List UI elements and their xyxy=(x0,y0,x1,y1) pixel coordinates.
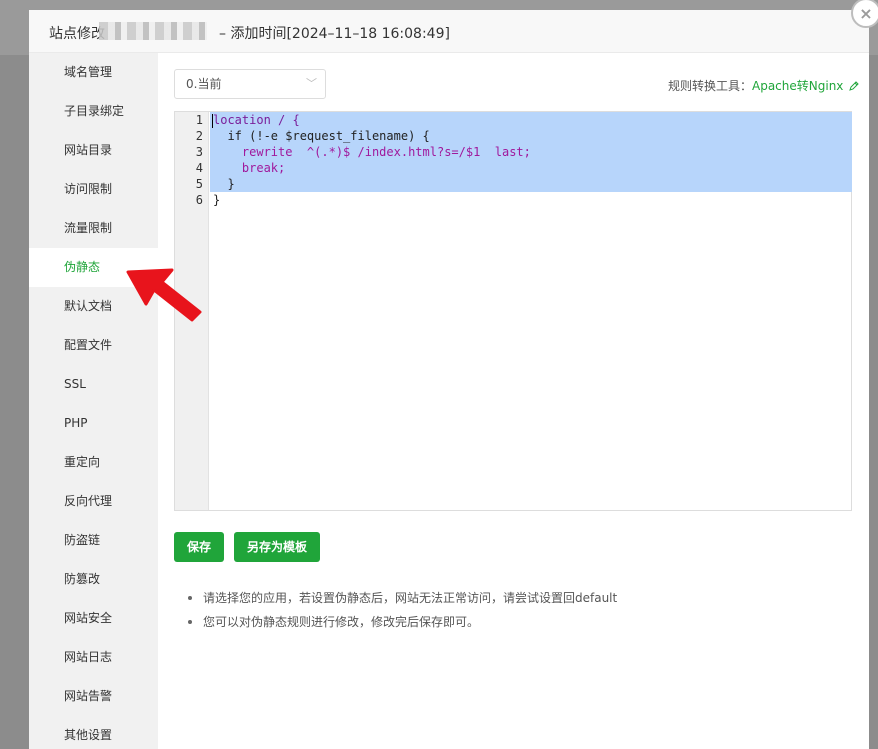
site-settings-modal: 站点修改 – 添加时间[2024–11–18 16:08:49] 域名管理 子目… xyxy=(29,10,869,749)
settings-sidebar: 域名管理 子目录绑定 网站目录 访问限制 流量限制 伪静态 默认文档 配置文件 … xyxy=(29,53,158,749)
save-button[interactable]: 保存 xyxy=(174,532,224,562)
code-line-text: break; xyxy=(213,161,286,175)
sidebar-item-domain[interactable]: 域名管理 xyxy=(29,53,158,92)
code-line-text: } xyxy=(213,193,221,207)
sidebar-item-ssl[interactable]: SSL xyxy=(29,365,158,404)
sidebar-item-subdir-binding[interactable]: 子目录绑定 xyxy=(29,92,158,131)
line-number: 1 xyxy=(195,113,203,127)
sidebar-item-hotlink-protection[interactable]: 防盗链 xyxy=(29,521,158,560)
sidebar-item-redirect[interactable]: 重定向 xyxy=(29,443,158,482)
apache-to-nginx-link-text: Apache转Nginx xyxy=(752,79,844,93)
rewrite-template-select[interactable]: 0.当前 ﹀ xyxy=(174,69,326,99)
sidebar-item-access-limit[interactable]: 访问限制 xyxy=(29,170,158,209)
modal-title-prefix: 站点修改 xyxy=(49,26,105,42)
sidebar-item-php[interactable]: PHP xyxy=(29,404,158,443)
line-number: 2 xyxy=(195,129,203,143)
chevron-down-icon: ﹀ xyxy=(306,77,317,90)
line-number: 4 xyxy=(195,161,203,175)
code-line-text: location / { xyxy=(213,113,300,127)
rewrite-panel: 0.当前 ﹀ 规则转换工具： Apache转Nginx 1 location /… xyxy=(158,53,869,749)
sidebar-item-site-directory[interactable]: 网站目录 xyxy=(29,131,158,170)
sidebar-item-traffic-limit[interactable]: 流量限制 xyxy=(29,209,158,248)
tip-item: 您可以对伪静态规则进行修改，修改完后保存即可。 xyxy=(178,610,838,634)
rule-convert-tool-label: 规则转换工具： xyxy=(668,79,753,93)
sidebar-item-site-security[interactable]: 网站安全 xyxy=(29,599,158,638)
code-line-text: if (!-e $request_filename) { xyxy=(213,129,430,143)
sidebar-item-site-logs[interactable]: 网站日志 xyxy=(29,638,158,677)
sidebar-item-site-alerts[interactable]: 网站告警 xyxy=(29,677,158,716)
save-as-template-button[interactable]: 另存为模板 xyxy=(234,532,320,562)
line-number: 3 xyxy=(195,145,203,159)
line-number: 6 xyxy=(195,193,203,207)
rewrite-tips: 请选择您的应用，若设置伪静态后，网站无法正常访问，请尝试设置回default 您… xyxy=(178,586,838,634)
sidebar-item-other-settings[interactable]: 其他设置 xyxy=(29,716,158,749)
sidebar-item-reverse-proxy[interactable]: 反向代理 xyxy=(29,482,158,521)
text-cursor xyxy=(212,114,213,128)
red-annotation-arrow-icon xyxy=(126,268,202,322)
line-number: 5 xyxy=(195,177,203,191)
modal-title-added-time: – 添加时间[2024–11–18 16:08:49] xyxy=(219,26,450,42)
edit-icon xyxy=(849,81,859,91)
rewrite-code-editor[interactable]: 1 location / { 2 if (!-e $request_filena… xyxy=(174,111,852,511)
modal-header: 站点修改 – 添加时间[2024–11–18 16:08:49] xyxy=(29,10,869,53)
sidebar-item-tamper-protection[interactable]: 防篡改 xyxy=(29,560,158,599)
code-line-text: rewrite ^(.*)$ /index.html?s=/$1 last; xyxy=(213,145,531,159)
sidebar-item-config-file[interactable]: 配置文件 xyxy=(29,326,158,365)
code-line-text: } xyxy=(213,177,235,191)
rewrite-template-select-value: 0.当前 xyxy=(186,77,222,91)
tip-item: 请选择您的应用，若设置伪静态后，网站无法正常访问，请尝试设置回default xyxy=(178,586,838,610)
redacted-site-name xyxy=(99,22,207,40)
close-icon[interactable]: × xyxy=(851,0,878,28)
apache-to-nginx-link[interactable]: Apache转Nginx xyxy=(752,77,859,94)
